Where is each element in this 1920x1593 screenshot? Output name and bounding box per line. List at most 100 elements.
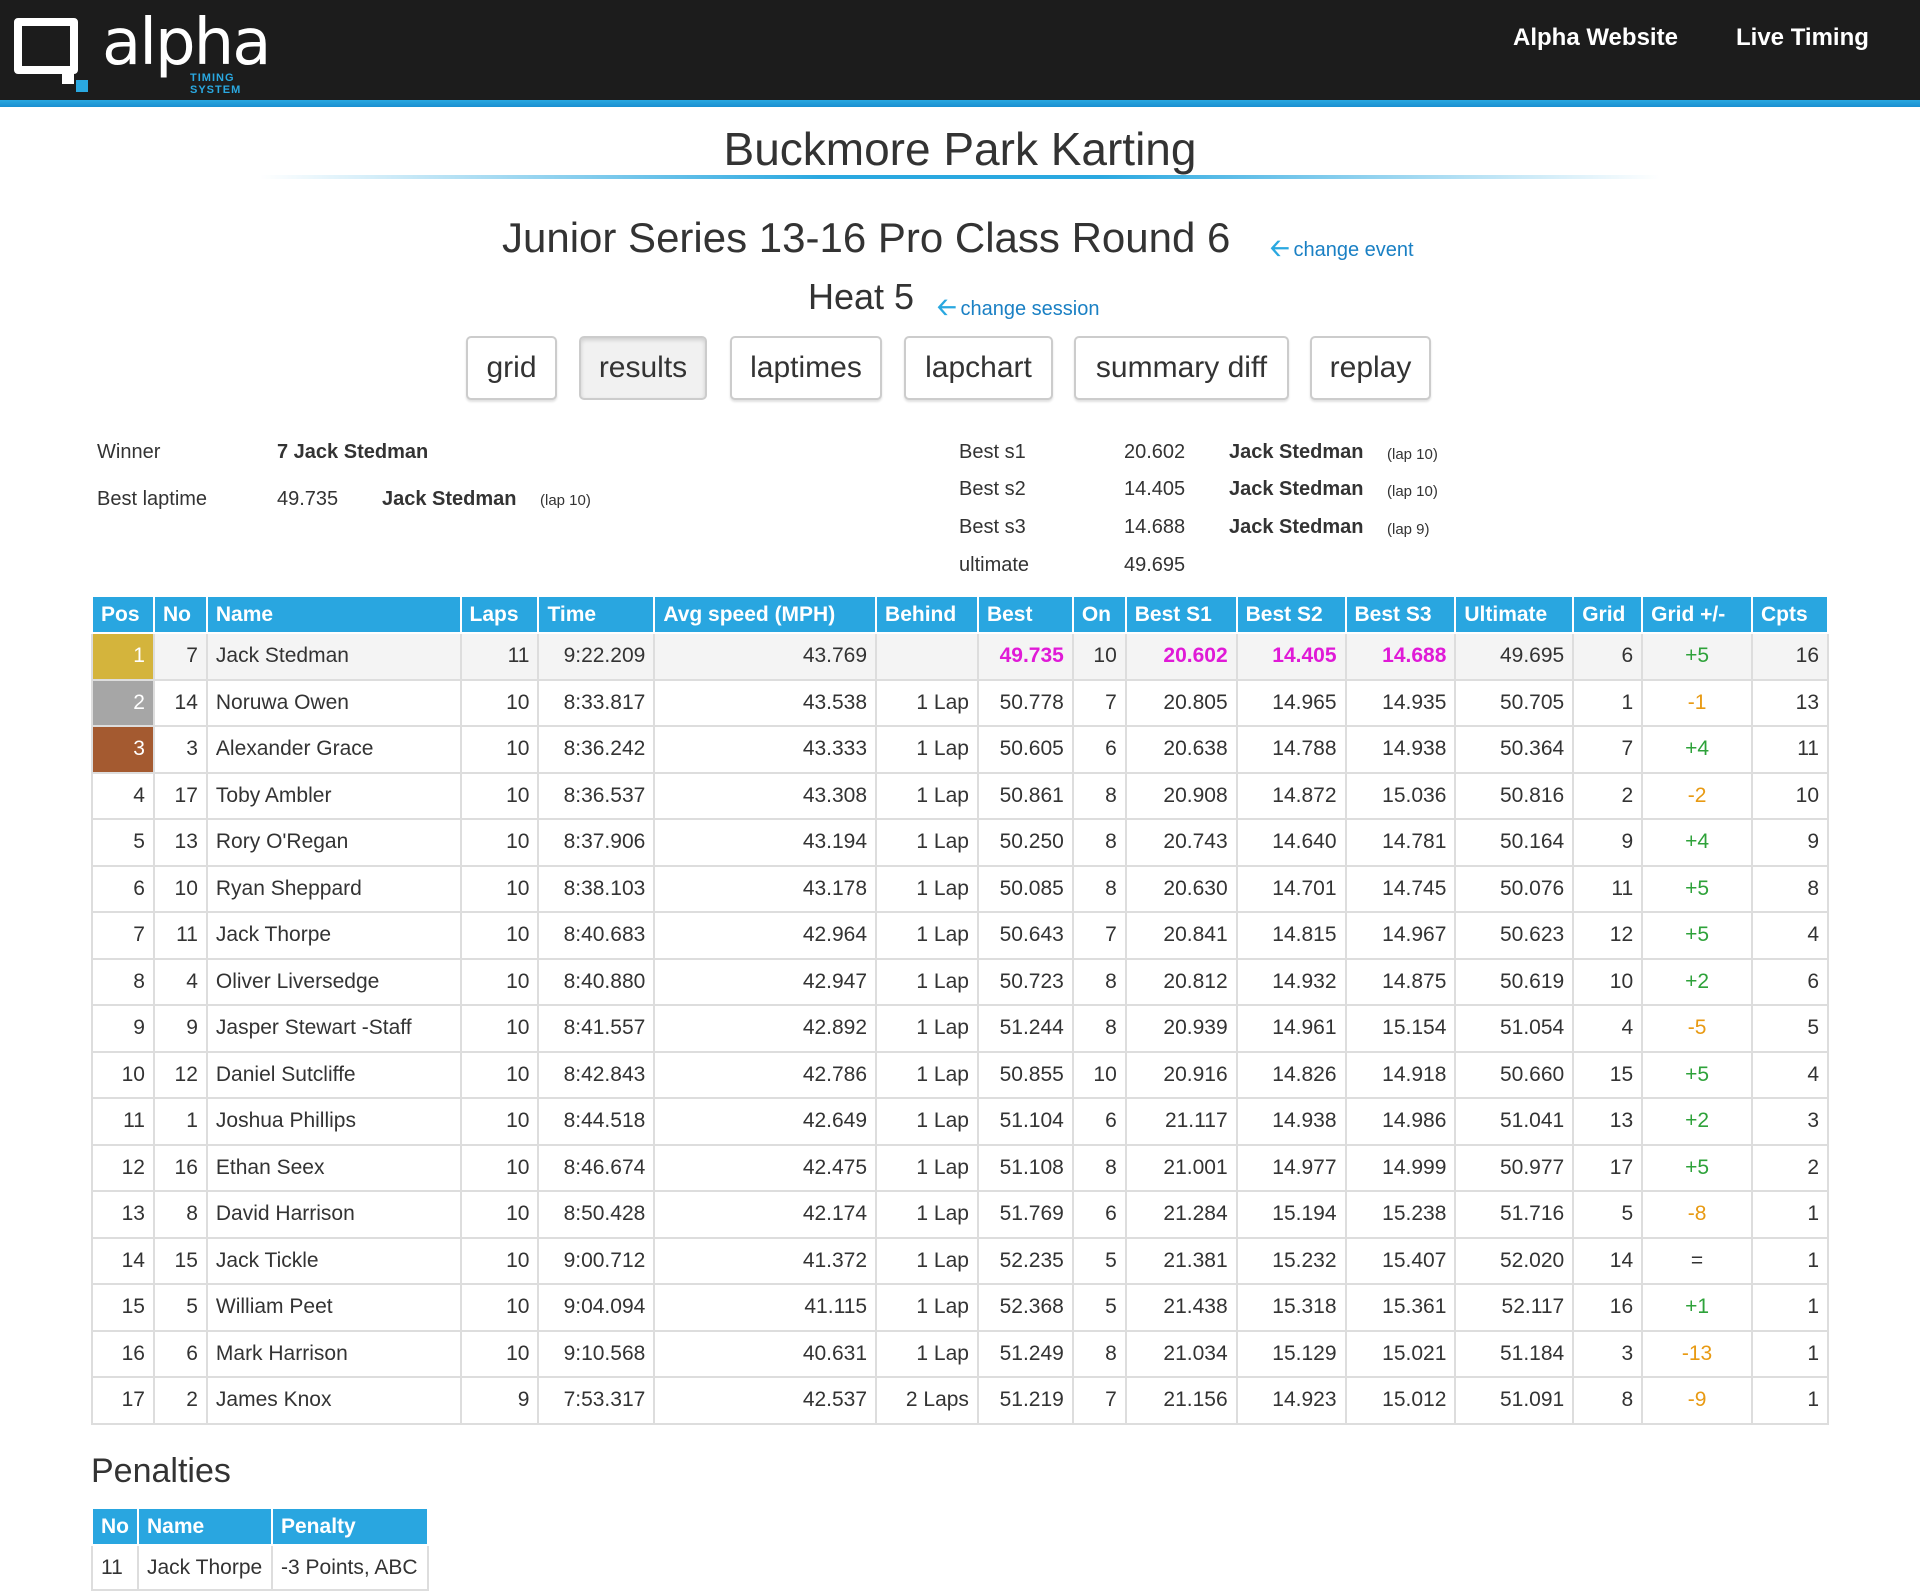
col-ultimate[interactable]: Ultimate xyxy=(1454,595,1575,634)
ultimate-label: ultimate xyxy=(959,554,1030,576)
table-row[interactable]: 6 10 Ryan Sheppard 10 8:38.103 43.178 1 Lap 50.… xyxy=(91,864,1830,913)
tab-grid[interactable]: grid xyxy=(466,336,557,400)
cell-grid-diff: = xyxy=(1641,1236,1753,1285)
col-best-s1[interactable]: Best S1 xyxy=(1124,595,1238,634)
change-session-link[interactable]: 🡠 change session xyxy=(937,290,1099,331)
table-row[interactable]: 7 11 Jack Thorpe 10 8:40.683 42.964 1 Lap 50.64… xyxy=(91,911,1830,960)
alpha-logo[interactable]: alpha TIMING SYSTEM xyxy=(10,6,280,96)
cell-on: 7 xyxy=(1071,1376,1127,1425)
cell-best-s1: 20.743 xyxy=(1124,818,1238,867)
tab-summary-diff[interactable]: summary diff xyxy=(1074,336,1289,400)
table-row[interactable]: 4 17 Toby Ambler 10 8:36.537 43.308 1 Lap 50.86… xyxy=(91,771,1830,820)
tab-replay[interactable]: replay xyxy=(1310,336,1431,400)
cell-ultimate: 51.184 xyxy=(1454,1329,1575,1378)
cell-grid-diff: +4 xyxy=(1641,818,1753,867)
cell-name: David Harrison xyxy=(205,1190,462,1239)
col-name[interactable]: Name xyxy=(205,595,462,634)
cell-name: Jack Thorpe xyxy=(205,911,462,960)
cell-on: 8 xyxy=(1071,1004,1127,1053)
tab-laptimes[interactable]: laptimes xyxy=(730,336,882,400)
col-grid-diff[interactable]: Grid +/- xyxy=(1641,595,1753,634)
cell-best-s1: 20.841 xyxy=(1124,911,1238,960)
cell-pos: 14 xyxy=(91,1236,155,1285)
table-row[interactable]: 9 9 Jasper Stewart -Staff 10 8:41.557 42.892 1… xyxy=(91,1004,1830,1053)
table-row[interactable]: 5 13 Rory O'Regan 10 8:37.906 43.194 1 Lap 50.2… xyxy=(91,818,1830,867)
table-row[interactable]: 17 2 James Knox 9 7:53.317 42.537 2 Laps 51.219… xyxy=(91,1376,1830,1425)
table-row[interactable]: 13 8 David Harrison 10 8:50.428 42.174 1 Lap 51… xyxy=(91,1190,1830,1239)
cell-grid: 11 xyxy=(1572,864,1644,913)
cell-grid: 9 xyxy=(1572,818,1644,867)
cell-name: Daniel Sutcliffe xyxy=(205,1050,462,1099)
col-on[interactable]: On xyxy=(1071,595,1127,634)
cell-best-s1: 20.602 xyxy=(1124,632,1238,681)
table-row[interactable]: 3 3 Alexander Grace 10 8:36.242 43.333 1 Lap 50… xyxy=(91,725,1830,774)
cell-best-s2: 15.318 xyxy=(1235,1283,1347,1332)
cell-cpts: 6 xyxy=(1750,957,1830,1006)
col-best-s2[interactable]: Best S2 xyxy=(1235,595,1347,634)
cell-grid: 6 xyxy=(1572,632,1644,681)
cell-behind: 1 Lap xyxy=(875,1143,979,1192)
nav-alpha-website[interactable]: Alpha Website xyxy=(1513,24,1678,54)
cell-laps: 10 xyxy=(459,1004,540,1053)
col-grid[interactable]: Grid xyxy=(1572,595,1644,634)
cell-laps: 10 xyxy=(459,818,540,867)
cell-no: 13 xyxy=(152,818,208,867)
best-laptime-value: 49.735 xyxy=(277,488,339,510)
cell-name: Oliver Liversedge xyxy=(205,957,462,1006)
table-row[interactable]: 10 12 Daniel Sutcliffe 10 8:42.843 42.786 1 La… xyxy=(91,1050,1830,1099)
cell-best: 50.861 xyxy=(976,771,1074,820)
cell-no: 1 xyxy=(152,1097,208,1146)
nav-live-timing[interactable]: Live Timing xyxy=(1736,24,1869,54)
table-row[interactable]: 15 5 William Peet 10 9:04.094 41.115 1 Lap 52.3… xyxy=(91,1283,1830,1332)
best-s3-label: Best s3 xyxy=(959,516,1026,538)
cell-pos: 4 xyxy=(91,771,155,820)
col-best[interactable]: Best xyxy=(976,595,1074,634)
cell-laps: 10 xyxy=(459,1050,540,1099)
cell-avg-speed: 43.308 xyxy=(653,771,878,820)
cell-pos: 13 xyxy=(91,1190,155,1239)
cell-ultimate: 52.117 xyxy=(1454,1283,1575,1332)
table-row[interactable]: 1 7 Jack Stedman 11 9:22.209 43.769 49.735 10 20… xyxy=(91,632,1830,681)
cell-ultimate: 50.705 xyxy=(1454,678,1575,727)
cell-grid-diff: -8 xyxy=(1641,1190,1753,1239)
tab-results[interactable]: results xyxy=(579,336,707,400)
best-laptime-driver: Jack Stedman xyxy=(382,488,517,510)
col-no[interactable]: No xyxy=(152,595,208,634)
cell-best-s2: 14.872 xyxy=(1235,771,1347,820)
cell-best-s2: 14.640 xyxy=(1235,818,1347,867)
cell-ultimate: 50.623 xyxy=(1454,911,1575,960)
cell-behind xyxy=(875,632,979,681)
tab-lapchart[interactable]: lapchart xyxy=(904,336,1053,400)
col-cpts[interactable]: Cpts xyxy=(1750,595,1830,634)
table-row[interactable]: 16 6 Mark Harrison 10 9:10.568 40.631 1 Lap 51.… xyxy=(91,1329,1830,1378)
table-row[interactable]: 11 1 Joshua Phillips 10 8:44.518 42.649 1 Lap 5… xyxy=(91,1097,1830,1146)
table-row[interactable]: 8 4 Oliver Liversedge 10 8:40.880 42.947 1 Lap… xyxy=(91,957,1830,1006)
cell-laps: 10 xyxy=(459,957,540,1006)
col-laps[interactable]: Laps xyxy=(459,595,540,634)
table-row[interactable]: 14 15 Jack Tickle 10 9:00.712 41.372 1 Lap 52.2… xyxy=(91,1236,1830,1285)
col-time[interactable]: Time xyxy=(537,595,656,634)
cell-laps: 10 xyxy=(459,1329,540,1378)
cell-laps: 11 xyxy=(459,632,540,681)
col-pos[interactable]: Pos xyxy=(91,595,155,634)
cell-time: 8:46.674 xyxy=(537,1143,656,1192)
logo-dot-icon xyxy=(76,80,88,92)
cell-grid: 2 xyxy=(1572,771,1644,820)
col-behind[interactable]: Behind xyxy=(875,595,979,634)
table-row[interactable]: 12 16 Ethan Seex 10 8:46.674 42.475 1 Lap 51.10… xyxy=(91,1143,1830,1192)
cell-best-s1: 21.034 xyxy=(1124,1329,1238,1378)
cell-best-s1: 20.908 xyxy=(1124,771,1238,820)
cell-best-s2: 14.815 xyxy=(1235,911,1347,960)
cell-behind: 1 Lap xyxy=(875,1236,979,1285)
col-best-s3[interactable]: Best S3 xyxy=(1344,595,1457,634)
cell-time: 9:22.209 xyxy=(537,632,656,681)
cell-cpts: 11 xyxy=(1750,725,1830,774)
cell-grid-diff: +1 xyxy=(1641,1283,1753,1332)
cell-grid: 15 xyxy=(1572,1050,1644,1099)
col-avg-speed[interactable]: Avg speed (MPH) xyxy=(653,595,878,634)
cell-grid: 17 xyxy=(1572,1143,1644,1192)
cell-best-s3: 15.238 xyxy=(1344,1190,1457,1239)
change-event-link[interactable]: 🡠 change event xyxy=(1270,231,1414,272)
table-row[interactable]: 2 14 Noruwa Owen 10 8:33.817 43.538 1 Lap 50.77… xyxy=(91,678,1830,727)
cell-on: 7 xyxy=(1071,678,1127,727)
